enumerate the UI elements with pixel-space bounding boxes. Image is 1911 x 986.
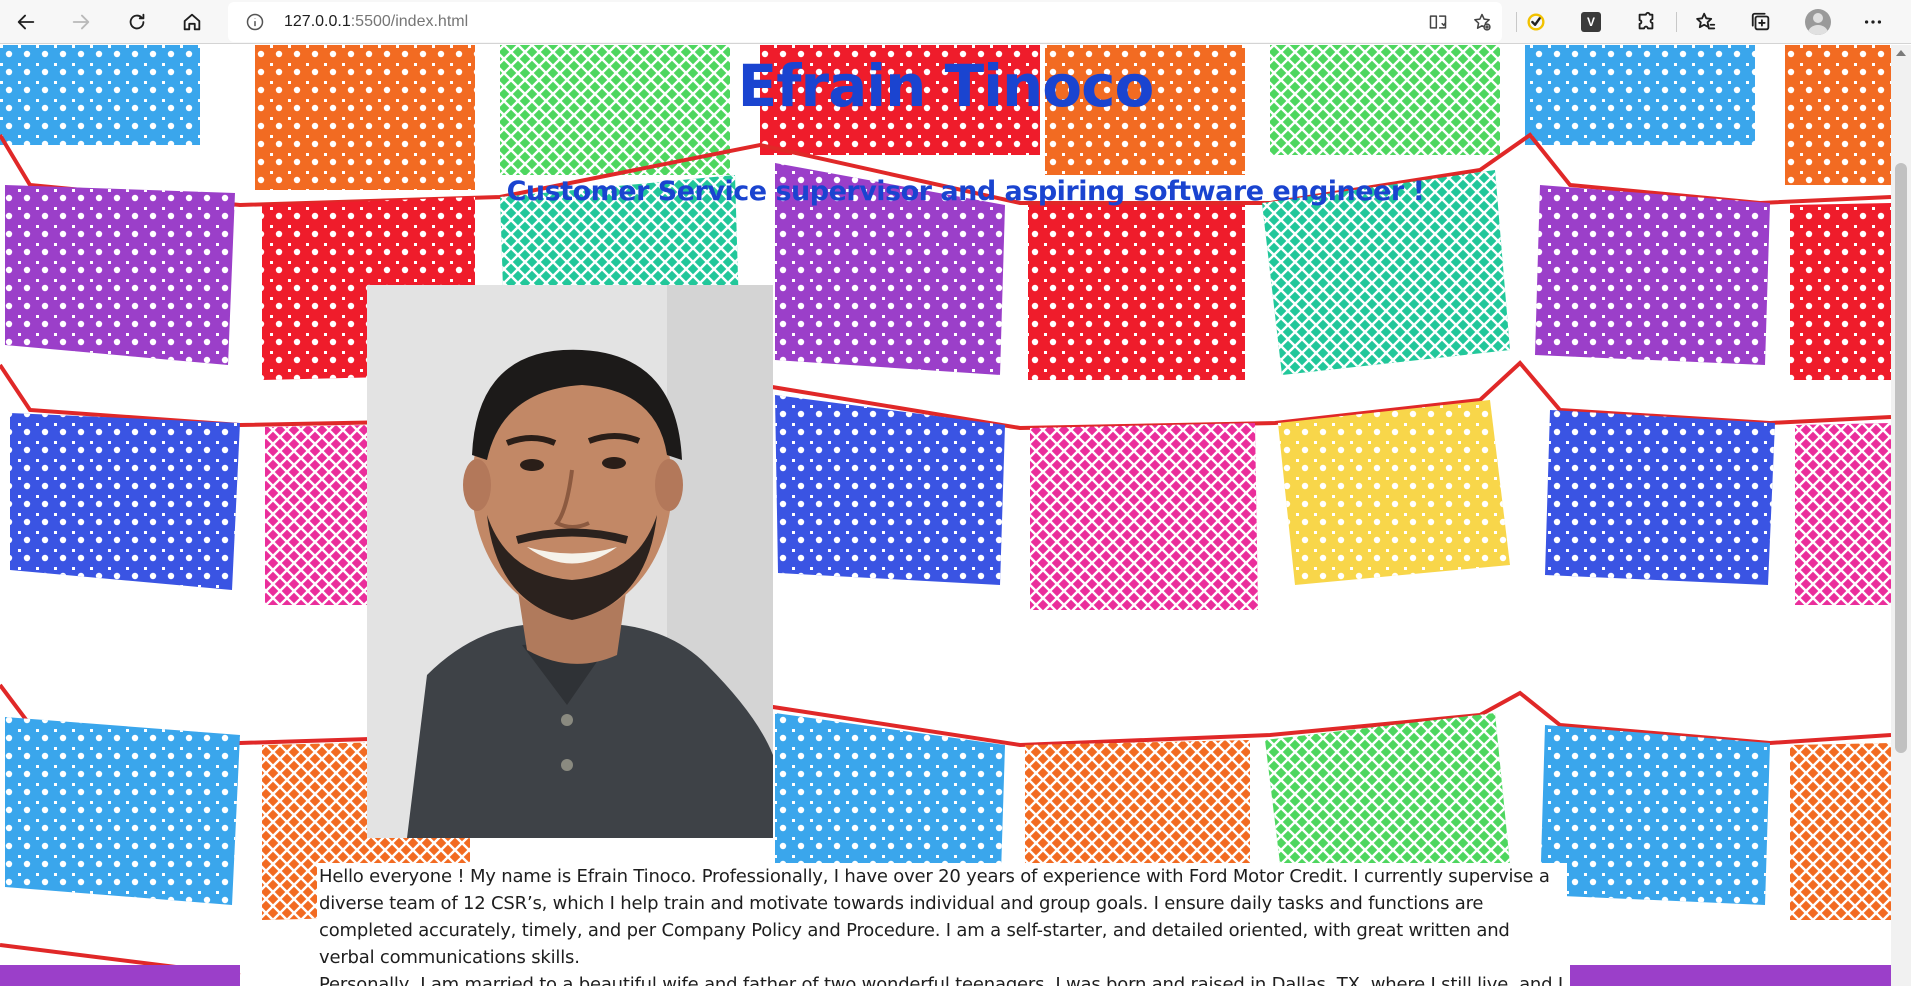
forward-button[interactable] bbox=[63, 4, 99, 40]
back-arrow-icon bbox=[17, 14, 35, 30]
profile-photo bbox=[367, 285, 773, 838]
reload-button[interactable] bbox=[119, 4, 155, 40]
collections-icon bbox=[1751, 12, 1770, 31]
profile-icon bbox=[1805, 9, 1831, 35]
url-text[interactable]: 127.0.0.1:5500/index.html bbox=[284, 13, 468, 31]
forward-arrow-icon bbox=[72, 14, 90, 30]
favorites-button[interactable] bbox=[1688, 4, 1724, 40]
info-icon bbox=[246, 13, 264, 31]
v-extension-icon: V bbox=[1581, 12, 1601, 32]
page-title: Efrain Tinoco bbox=[737, 52, 1155, 120]
extension-v-button[interactable]: V bbox=[1573, 4, 1609, 40]
bio-paragraph: Hello everyone ! My name is Efrain Tinoc… bbox=[319, 866, 1550, 968]
immersive-reader-icon bbox=[1429, 15, 1447, 29]
profile-button[interactable] bbox=[1800, 4, 1836, 40]
url-host: 127.0.0.1 bbox=[284, 13, 351, 30]
favorites-icon bbox=[1696, 12, 1716, 30]
more-icon bbox=[1864, 20, 1882, 24]
garland-row-3 bbox=[0, 360, 1891, 610]
address-bar[interactable]: 127.0.0.1:5500/index.html bbox=[228, 2, 1502, 42]
page-subtitle: Customer Service supervisor and aspiring… bbox=[506, 176, 1425, 207]
home-icon bbox=[183, 13, 201, 31]
back-button[interactable] bbox=[8, 4, 44, 40]
add-favorite-icon bbox=[1474, 13, 1491, 31]
puzzle-icon bbox=[1638, 11, 1654, 30]
add-favorite-button[interactable] bbox=[1464, 4, 1500, 40]
site-info-button[interactable] bbox=[242, 9, 268, 35]
immersive-reader-button[interactable] bbox=[1420, 4, 1456, 40]
bio-paragraph: Personally, I am married to a beautiful … bbox=[319, 974, 1564, 986]
extensions-button[interactable] bbox=[1628, 4, 1664, 40]
page-viewport: Efrain Tinoco Customer Service superviso… bbox=[0, 45, 1891, 986]
toolbar-separator bbox=[1676, 12, 1677, 32]
bio-text: Hello everyone ! My name is Efrain Tinoc… bbox=[317, 863, 1567, 986]
scrollbar-thumb[interactable] bbox=[1895, 163, 1907, 753]
url-path: :5500/index.html bbox=[350, 13, 469, 30]
reload-icon bbox=[129, 13, 145, 30]
page-scrollbar[interactable] bbox=[1891, 45, 1911, 986]
browser-toolbar: 127.0.0.1:5500/index.html V bbox=[0, 0, 1911, 44]
toolbar-separator bbox=[1516, 12, 1517, 32]
collections-button[interactable] bbox=[1743, 4, 1779, 40]
extension-check-button[interactable] bbox=[1518, 4, 1554, 40]
checkmark-extension-icon bbox=[1527, 13, 1545, 31]
home-button[interactable] bbox=[174, 4, 210, 40]
person-portrait-image bbox=[367, 285, 773, 838]
more-menu-button[interactable] bbox=[1855, 4, 1891, 40]
scroll-up-arrow-icon[interactable] bbox=[1896, 50, 1906, 56]
